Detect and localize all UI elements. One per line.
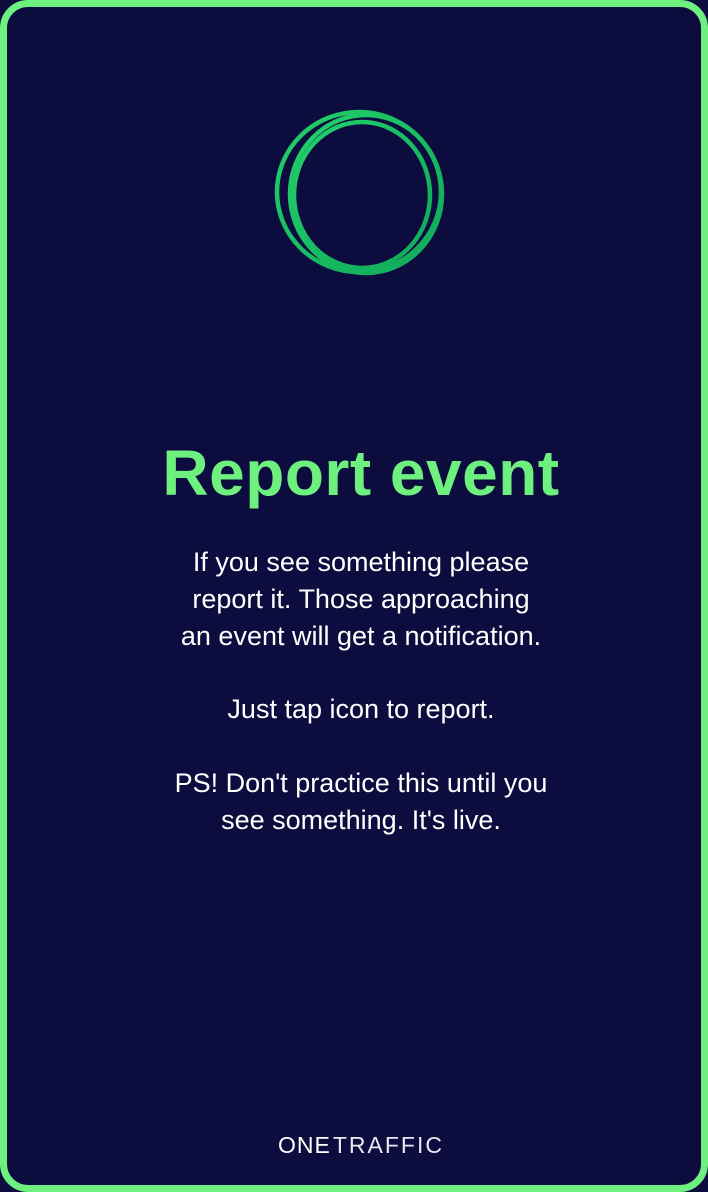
- warning-line: see something. It's live.: [221, 805, 501, 835]
- onboarding-card: Report event If you see something please…: [0, 0, 708, 1192]
- report-event-rings-icon[interactable]: [273, 108, 451, 278]
- warning-line: PS! Don't practice this until you: [174, 768, 548, 798]
- page-title: Report event: [162, 437, 560, 509]
- brand-logo: ONETRAFFIC: [7, 1130, 701, 1160]
- warning-text: PS! Don't practice this until you see so…: [111, 765, 611, 839]
- instruction-text: Just tap icon to report.: [227, 694, 495, 724]
- description-text: If you see something please report it. T…: [111, 544, 611, 655]
- brand-logo-part-one: ONE: [278, 1132, 331, 1158]
- description-line: an event will get a notification.: [180, 621, 542, 651]
- brand-logo-part-traffic: TRAFFIC: [332, 1132, 444, 1158]
- description-line: report it. Those approaching: [192, 584, 530, 614]
- description-line: If you see something please: [192, 547, 530, 577]
